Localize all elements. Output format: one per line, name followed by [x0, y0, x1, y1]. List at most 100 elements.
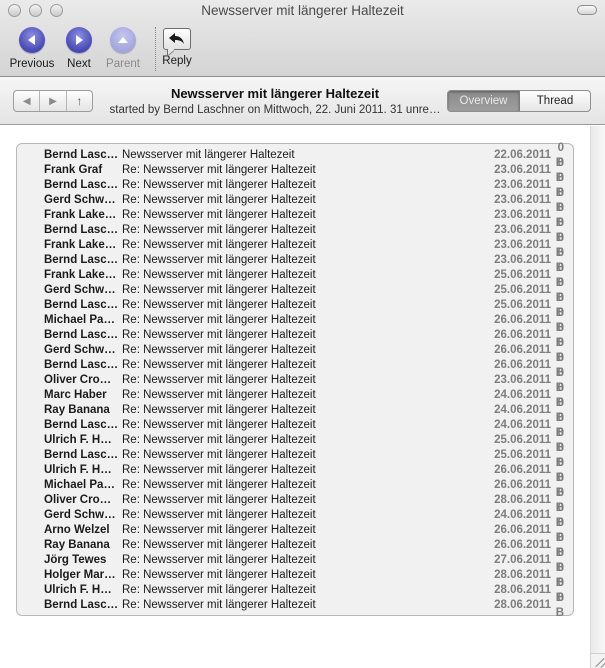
message-from: Marc Haber	[44, 389, 107, 401]
message-date: 24.06.2011	[494, 389, 551, 401]
message-row[interactable]: Bernd Lasc… Re: Newsserver mit längerer H…	[17, 172, 573, 199]
message-from: Frank Lake…	[44, 209, 117, 221]
vertical-scrollbar[interactable]	[590, 126, 605, 656]
message-from: Frank Graf	[44, 164, 103, 176]
message-from: Gerd Schw…	[44, 194, 116, 206]
message-row[interactable]: Bernd Lasc… Re: Newsserver mit längerer H…	[17, 322, 573, 349]
message-subject: Re: Newsserver mit längerer Haltezeit	[122, 359, 316, 371]
message-date: 28.06.2011	[494, 599, 551, 611]
message-from: Oliver Cro…	[44, 374, 112, 386]
message-date: 25.06.2011	[494, 284, 551, 296]
message-row[interactable]: Gerd Schw… Re: Newsserver mit längerer Ha…	[17, 277, 573, 304]
message-row[interactable]: Ray Banana Re: Newsserver mit längerer Ha…	[17, 532, 573, 559]
thread-nav-control: ◀ ▶ ↑	[13, 90, 93, 112]
reply-button[interactable]: Reply	[160, 27, 194, 73]
message-row[interactable]: Bernd Lasc… Re: Newsserver mit längerer H…	[17, 412, 573, 439]
message-from: Bernd Lasc…	[44, 329, 119, 341]
thread-tab[interactable]: Thread	[520, 91, 590, 111]
message-row[interactable]: Ray Banana Re: Newsserver mit längerer Ha…	[17, 397, 573, 424]
message-date: 25.06.2011	[494, 269, 551, 281]
message-row[interactable]: Bernd Lasc… Re: Newsserver mit längerer H…	[17, 352, 573, 379]
message-row[interactable]: Oliver Cro… Re: Newsserver mit längerer H…	[17, 487, 573, 514]
message-subject: Re: Newsserver mit längerer Haltezeit	[122, 479, 316, 491]
message-row[interactable]: Michael Pa… Re: Newsserver mit längerer H…	[17, 472, 573, 499]
resize-handle[interactable]	[590, 653, 605, 668]
message-from: Michael Pa…	[44, 314, 115, 326]
next-icon	[66, 27, 92, 53]
message-row[interactable]: Ulrich F. H… Re: Newsserver mit längerer …	[17, 577, 573, 604]
message-subject: Re: Newsserver mit längerer Haltezeit	[122, 569, 316, 581]
message-row[interactable]: Frank Graf Re: Newsserver mit längerer Ha…	[17, 157, 573, 184]
parent-label: Parent	[106, 58, 140, 70]
message-from: Gerd Schw…	[44, 284, 116, 296]
message-row[interactable]: Ulrich F. H… Re: Newsserver mit längerer …	[17, 427, 573, 454]
previous-icon	[19, 27, 45, 53]
message-row[interactable]: Bernd Lasc… Re: Newsserver mit längerer H…	[17, 247, 573, 274]
message-date: 26.06.2011	[494, 359, 551, 371]
message-subject: Re: Newsserver mit längerer Haltezeit	[122, 239, 316, 251]
toolbar-toggle-button[interactable]	[577, 5, 597, 15]
message-date: 26.06.2011	[494, 539, 551, 551]
message-row[interactable]: Oliver Cro… Re: Newsserver mit längerer H…	[17, 367, 573, 394]
nav-up-button[interactable]: ↑	[67, 91, 92, 111]
message-row[interactable]: Marc Haber Re: Newsserver mit längerer Ha…	[17, 382, 573, 409]
message-from: Gerd Schw…	[44, 509, 116, 521]
message-subject: Re: Newsserver mit längerer Haltezeit	[122, 329, 316, 341]
message-date: 26.06.2011	[494, 314, 551, 326]
message-date: 23.06.2011	[494, 374, 551, 386]
parent-button[interactable]: Parent	[100, 27, 146, 73]
message-from: Ray Banana	[44, 539, 110, 551]
message-date: 25.06.2011	[494, 434, 551, 446]
message-date: 23.06.2011	[494, 254, 551, 266]
message-subject: Re: Newsserver mit längerer Haltezeit	[122, 194, 316, 206]
news-window: Newsserver mit längerer Haltezeit Previo…	[0, 0, 605, 668]
message-date: 26.06.2011	[494, 524, 551, 536]
message-from: Frank Lake…	[44, 239, 117, 251]
next-button[interactable]: Next	[60, 27, 98, 73]
nav-forward-button[interactable]: ▶	[40, 91, 67, 111]
message-row[interactable]: Frank Lake… Re: Newsserver mit längerer H…	[17, 262, 573, 289]
message-size: 0 B	[555, 591, 564, 619]
message-from: Gerd Schw…	[44, 344, 116, 356]
message-row[interactable]: Bernd Lasc… Re: Newsserver mit längerer H…	[17, 592, 573, 619]
message-row[interactable]: Frank Lake… Re: Newsserver mit längerer H…	[17, 232, 573, 259]
message-from: Arno Welzel	[44, 524, 110, 536]
message-subject: Re: Newsserver mit längerer Haltezeit	[122, 314, 316, 326]
message-subject: Re: Newsserver mit längerer Haltezeit	[122, 434, 316, 446]
message-row[interactable]: Bernd Lasc… Re: Newsserver mit längerer H…	[17, 217, 573, 244]
message-row[interactable]: Bernd Lasc… Re: Newsserver mit längerer H…	[17, 292, 573, 319]
message-from: Oliver Cro…	[44, 494, 112, 506]
message-row[interactable]: Arno Welzel Re: Newsserver mit längerer H…	[17, 517, 573, 544]
nav-back-button[interactable]: ◀	[14, 91, 41, 111]
message-subject: Re: Newsserver mit längerer Haltezeit	[122, 284, 316, 296]
title-bar: Newsserver mit längerer Haltezeit Previo…	[0, 0, 605, 77]
message-row[interactable]: Bernd Lasc… Newsserver mit längerer Halte…	[17, 142, 573, 169]
message-from: Ray Banana	[44, 404, 110, 416]
message-row[interactable]: Michael Pa… Re: Newsserver mit längerer H…	[17, 307, 573, 334]
message-from: Bernd Lasc…	[44, 359, 119, 371]
message-date: 23.06.2011	[494, 209, 551, 221]
message-row[interactable]: Holger Mar… Re: Newsserver mit längerer H…	[17, 562, 573, 589]
message-row[interactable]: Bernd Lasc… Re: Newsserver mit längerer H…	[17, 442, 573, 469]
message-date: 24.06.2011	[494, 419, 551, 431]
overview-tab[interactable]: Overview	[448, 91, 520, 111]
message-list: Bernd Lasc… Newsserver mit längerer Halte…	[16, 142, 574, 619]
message-row[interactable]: Gerd Schw… Re: Newsserver mit längerer Ha…	[17, 502, 573, 529]
message-subject: Re: Newsserver mit längerer Haltezeit	[122, 254, 316, 266]
left-arrow-icon: ◀	[22, 95, 31, 107]
message-row[interactable]: Ulrich F. H… Re: Newsserver mit längerer …	[17, 457, 573, 484]
message-row[interactable]: Frank Lake… Re: Newsserver mit längerer H…	[17, 202, 573, 229]
message-row[interactable]: Gerd Schw… Re: Newsserver mit längerer Ha…	[17, 187, 573, 214]
message-subject: Re: Newsserver mit längerer Haltezeit	[122, 449, 316, 461]
message-row[interactable]: Gerd Schw… Re: Newsserver mit längerer Ha…	[17, 337, 573, 364]
message-from: Ulrich F. H…	[44, 434, 112, 446]
message-from: Bernd Lasc…	[44, 149, 119, 161]
message-date: 28.06.2011	[494, 494, 551, 506]
message-date: 26.06.2011	[494, 479, 551, 491]
previous-label: Previous	[9, 58, 55, 70]
message-subject: Re: Newsserver mit längerer Haltezeit	[122, 389, 316, 401]
previous-button[interactable]: Previous	[1, 27, 63, 73]
message-subject: Re: Newsserver mit längerer Haltezeit	[122, 269, 316, 281]
toolbar: Previous Next Parent Reply	[0, 27, 194, 73]
message-row[interactable]: Jörg Tewes Re: Newsserver mit längerer Ha…	[17, 547, 573, 574]
